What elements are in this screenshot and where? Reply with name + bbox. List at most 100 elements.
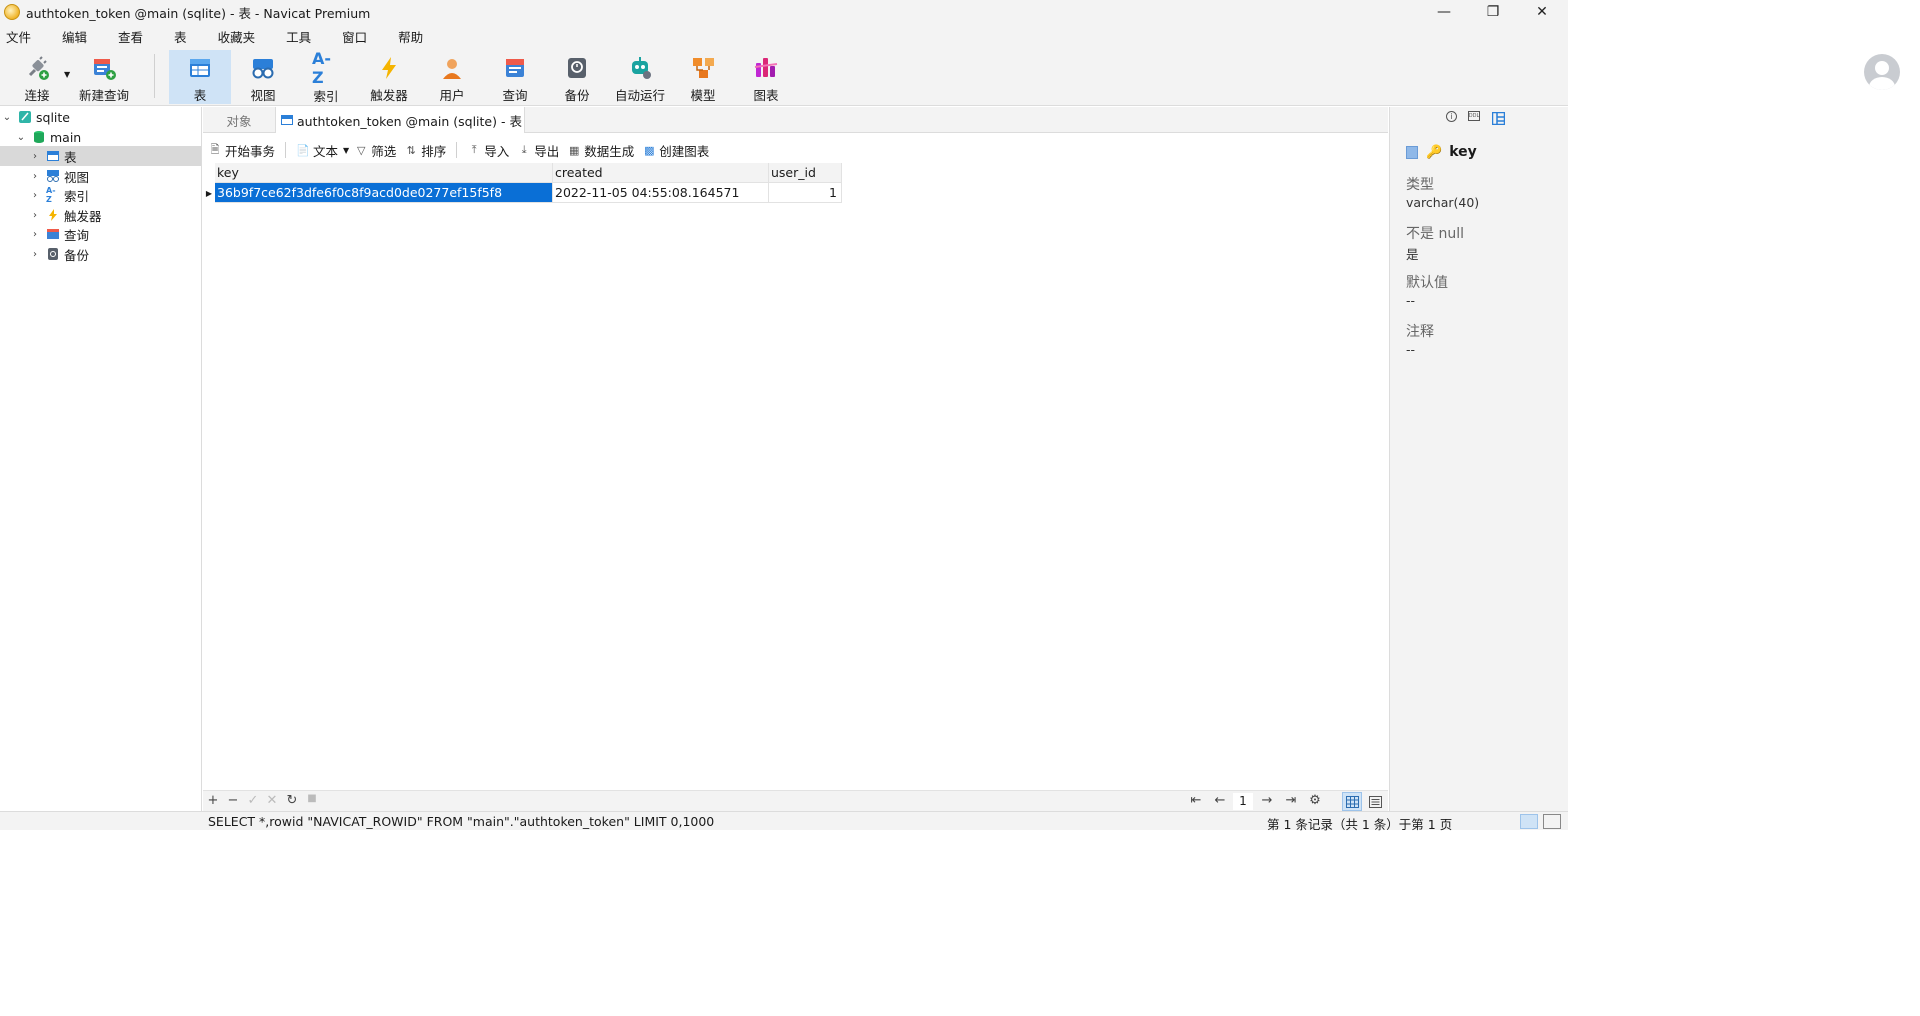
- grid-view-icon: [1345, 795, 1359, 808]
- new-query-button[interactable]: 新建查询: [72, 50, 136, 104]
- tree-item-backups[interactable]: › 备份: [0, 244, 201, 264]
- menu-favorites[interactable]: 收藏夹: [212, 27, 268, 46]
- export-button[interactable]: ⤓ 导出: [517, 141, 559, 160]
- tree-connection-sqlite[interactable]: ⌄ sqlite: [0, 107, 201, 127]
- text-button[interactable]: 📄 文本 ▼: [296, 141, 349, 160]
- filter-icon: ▽: [356, 143, 366, 157]
- field-info-panel: i DDL 🔑 key 类型 varchar(40) 不是 null 是 默认值…: [1389, 107, 1568, 811]
- chevron-right-icon[interactable]: ›: [30, 249, 40, 260]
- refresh-button[interactable]: ↻: [284, 793, 300, 808]
- tab-authtoken-token[interactable]: authtoken_token @main (sqlite) - 表: [275, 107, 525, 133]
- main-toolbar: 连接 ▼ 新建查询 表 视图 A-Z 索引 触发器 用户 查询 备份 自动运行 …: [0, 48, 1568, 106]
- menu-window[interactable]: 窗口: [336, 27, 379, 46]
- menu-tools[interactable]: 工具: [280, 27, 323, 46]
- chart-button[interactable]: 图表: [735, 50, 797, 104]
- menu-view[interactable]: 查看: [112, 27, 155, 46]
- minimize-button[interactable]: —: [1420, 0, 1468, 24]
- column-header-user-id[interactable]: user_id: [769, 163, 842, 183]
- index-button[interactable]: A-Z 索引: [295, 49, 357, 104]
- cell-key[interactable]: 36b9f7ce62f3dfe6f0c8f9acd0de0277ef15f5f8: [215, 183, 553, 203]
- tab-objects[interactable]: 对象: [203, 107, 275, 133]
- last-page-button[interactable]: ⇥: [1283, 793, 1299, 808]
- tree-item-label: 表: [64, 149, 77, 165]
- import-button[interactable]: ⤒ 导入: [467, 141, 509, 160]
- cell-user-id[interactable]: 1: [769, 183, 842, 203]
- begin-transaction-button[interactable]: 🗎 开始事务: [208, 141, 275, 160]
- info-icon[interactable]: i: [1446, 111, 1457, 122]
- column-header-key[interactable]: key: [215, 163, 553, 183]
- stop-button[interactable]: ■: [304, 793, 320, 804]
- trigger-label: 触发器: [370, 88, 408, 103]
- tree-database-label: main: [50, 129, 82, 145]
- connect-dropdown-icon[interactable]: ▼: [64, 70, 70, 79]
- menu-table[interactable]: 表: [168, 27, 199, 46]
- tree-item-views[interactable]: › 视图: [0, 166, 201, 186]
- query-label: 查询: [502, 88, 528, 103]
- tree-item-triggers[interactable]: › 触发器: [0, 205, 201, 225]
- restore-button[interactable]: ❐: [1469, 0, 1517, 24]
- previous-page-button[interactable]: ←: [1212, 793, 1228, 808]
- menu-file[interactable]: 文件: [0, 27, 43, 46]
- toggle-right-pane-icon[interactable]: [1543, 814, 1561, 829]
- discard-changes-button[interactable]: ✕: [264, 793, 280, 808]
- comment-value: --: [1406, 342, 1416, 357]
- column-header-created[interactable]: created: [553, 163, 769, 183]
- data-generation-button[interactable]: ▦ 数据生成: [567, 141, 634, 160]
- gear-icon[interactable]: ⚙: [1307, 793, 1323, 808]
- first-page-button[interactable]: ⇤: [1188, 793, 1204, 808]
- chevron-down-icon[interactable]: ⌄: [2, 112, 12, 123]
- text-label: 文本: [313, 143, 339, 159]
- filter-button[interactable]: ▽ 筛选: [354, 141, 396, 160]
- tab-strip: 对象 authtoken_token @main (sqlite) - 表: [203, 107, 1388, 133]
- chevron-down-icon[interactable]: ⌄: [16, 132, 26, 143]
- ddl-icon[interactable]: DDL: [1468, 111, 1480, 121]
- chevron-right-icon[interactable]: ›: [30, 190, 40, 201]
- sort-label: 排序: [421, 143, 447, 159]
- user-avatar[interactable]: [1864, 54, 1900, 90]
- cell-created[interactable]: 2022-11-05 04:55:08.164571: [553, 183, 769, 203]
- grid-view-button[interactable]: [1342, 792, 1362, 811]
- toggle-left-pane-icon[interactable]: [1520, 814, 1538, 829]
- apply-changes-button[interactable]: ✓: [245, 793, 261, 808]
- connect-button[interactable]: 连接: [6, 50, 68, 104]
- backup-button[interactable]: 备份: [546, 50, 608, 104]
- add-record-button[interactable]: +: [205, 793, 221, 808]
- close-button[interactable]: ✕: [1518, 0, 1566, 24]
- chevron-right-icon[interactable]: ›: [30, 210, 40, 221]
- layout-icon[interactable]: [1491, 111, 1505, 125]
- create-chart-button[interactable]: ▩ 创建图表: [642, 141, 709, 160]
- chevron-right-icon[interactable]: ›: [30, 171, 40, 182]
- table-row[interactable]: ▶ 36b9f7ce62f3dfe6f0c8f9acd0de0277ef15f5…: [203, 183, 842, 203]
- view-button[interactable]: 视图: [232, 50, 294, 104]
- tree-item-tables[interactable]: › 表: [0, 146, 201, 166]
- menu-edit[interactable]: 编辑: [56, 27, 99, 46]
- delete-record-button[interactable]: −: [225, 793, 241, 808]
- tree-database-main[interactable]: ⌄ main: [0, 127, 201, 147]
- grid-bottom-bar: + − ✓ ✕ ↻ ■ ⇤ ← 1 → ⇥ ⚙: [203, 790, 1388, 811]
- sort-button[interactable]: ⇅ 排序: [404, 141, 447, 160]
- page-number-input[interactable]: 1: [1233, 793, 1253, 810]
- table-button[interactable]: 表: [169, 50, 231, 104]
- next-page-button[interactable]: →: [1259, 793, 1275, 808]
- table-toolbar: 🗎 开始事务 📄 文本 ▼ ▽ 筛选 ⇅ 排序 ⤒ 导入 ⤓ 导出 ▦ 数据生成 ▩ 创建图表: [203, 138, 1388, 162]
- model-button[interactable]: 模型: [672, 50, 734, 104]
- view-icon: [249, 54, 277, 81]
- export-label: 导出: [534, 143, 560, 159]
- chevron-right-icon[interactable]: ›: [30, 229, 40, 240]
- index-az-icon: A-Z: [312, 49, 332, 87]
- user-button[interactable]: 用户: [421, 50, 483, 104]
- trigger-button[interactable]: 触发器: [358, 50, 420, 104]
- query-button[interactable]: 查询: [484, 50, 546, 104]
- tree-item-indexes[interactable]: › A-Z 索引: [0, 185, 201, 205]
- sqlite-icon: [18, 110, 32, 124]
- connect-label: 连接: [24, 88, 50, 103]
- menu-help[interactable]: 帮助: [392, 27, 435, 46]
- tree-item-queries[interactable]: › 查询: [0, 224, 201, 244]
- data-generation-label: 数据生成: [584, 143, 635, 159]
- chevron-right-icon[interactable]: ›: [30, 151, 40, 162]
- tree-item-label: 查询: [64, 227, 90, 243]
- form-view-button[interactable]: [1365, 792, 1385, 811]
- backup-label: 备份: [564, 88, 590, 103]
- automation-button[interactable]: 自动运行: [609, 50, 671, 104]
- chart-label: 图表: [753, 88, 779, 103]
